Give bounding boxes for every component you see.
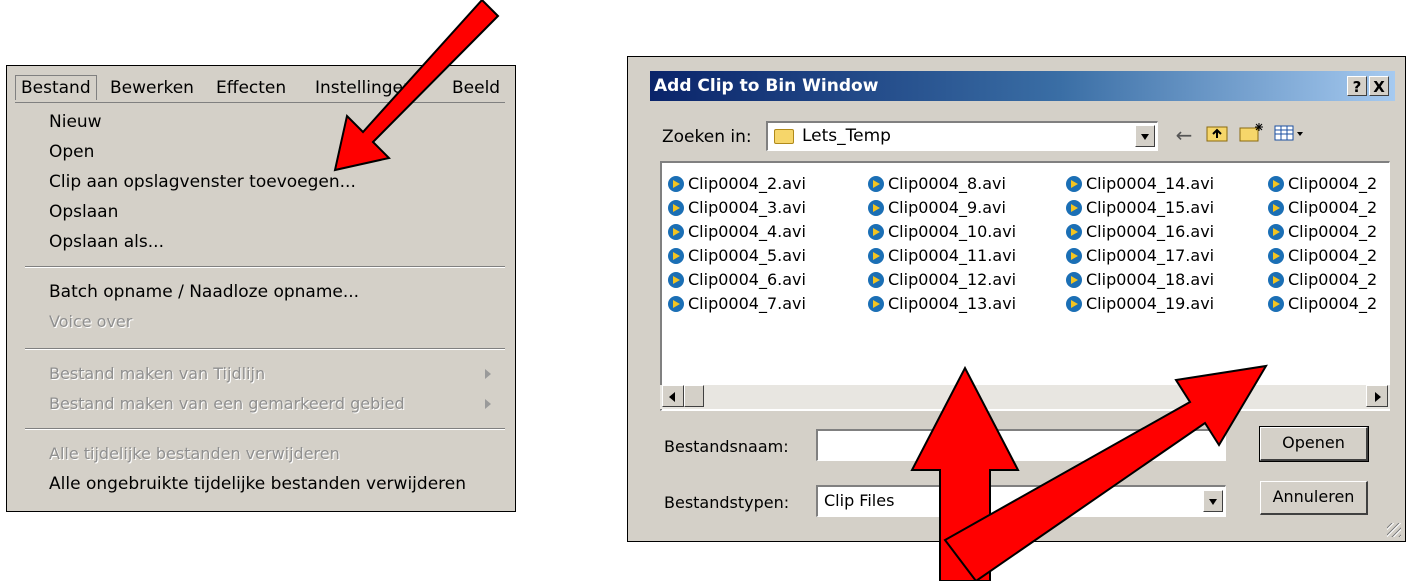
annotation-arrows (333, 0, 1268, 581)
red-arrow-to-file-list-right (943, 364, 1268, 581)
red-arrow-to-menu-item (333, 0, 500, 172)
